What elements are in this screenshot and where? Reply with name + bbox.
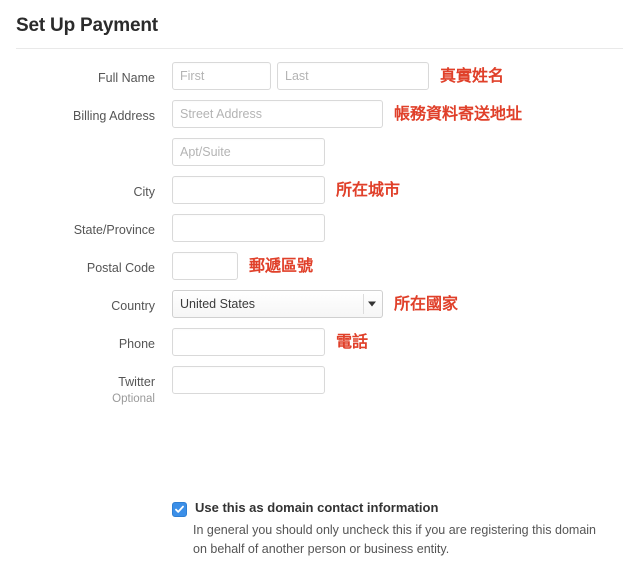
first-name-input[interactable] bbox=[172, 62, 271, 90]
twitter-input[interactable] bbox=[172, 366, 325, 394]
twitter-field-group bbox=[155, 366, 639, 394]
domain-contact-description: In general you should only uncheck this … bbox=[193, 523, 597, 556]
form-row-state-province: State/Province bbox=[0, 214, 639, 242]
street-address-input[interactable] bbox=[172, 100, 383, 128]
postal-code-input[interactable] bbox=[172, 252, 238, 280]
annotation-billing-address: 帳務資料寄送地址 bbox=[394, 104, 523, 123]
form-row-postal-code: Postal Code 郵遞區號 bbox=[0, 252, 639, 280]
postal-code-field-group: 郵遞區號 bbox=[155, 252, 639, 280]
twitter-optional-label: Optional bbox=[112, 393, 155, 405]
apt-suite-label bbox=[0, 138, 155, 147]
form-row-city: City 所在城市 bbox=[0, 176, 639, 204]
apt-suite-field-group bbox=[155, 138, 639, 166]
phone-input[interactable] bbox=[172, 328, 325, 356]
city-field-group: 所在城市 bbox=[155, 176, 639, 204]
domain-contact-checkbox-row[interactable]: Use this as domain contact information bbox=[172, 500, 608, 517]
full-name-field-group: 真實姓名 bbox=[155, 62, 639, 90]
annotation-city: 所在城市 bbox=[336, 180, 401, 199]
country-field-group: United States 所在國家 bbox=[155, 290, 639, 318]
set-up-payment-page: Set Up Payment Full Name 真實姓名 Billing Ad… bbox=[0, 0, 639, 577]
billing-address-field-group: 帳務資料寄送地址 bbox=[155, 100, 639, 128]
title-divider bbox=[16, 48, 623, 49]
state-province-label: State/Province bbox=[73, 223, 155, 237]
full-name-label: Full Name bbox=[98, 71, 155, 85]
country-select-wrapper[interactable]: United States bbox=[172, 290, 383, 318]
phone-label: Phone bbox=[118, 337, 155, 351]
phone-field-group: 電話 bbox=[155, 328, 639, 356]
billing-address-label: Billing Address bbox=[73, 109, 155, 123]
apt-suite-input[interactable] bbox=[172, 138, 325, 166]
country-select[interactable]: United States bbox=[172, 290, 383, 318]
city-input[interactable] bbox=[172, 176, 325, 204]
domain-contact-block: Use this as domain contact information I… bbox=[172, 500, 608, 559]
form-row-full-name: Full Name 真實姓名 bbox=[0, 62, 639, 90]
twitter-label-col: Twitter Optional bbox=[0, 366, 155, 406]
country-label: Country bbox=[111, 299, 155, 313]
form-row-apt-suite bbox=[0, 138, 639, 166]
state-province-input[interactable] bbox=[172, 214, 325, 242]
form-row-phone: Phone 電話 bbox=[0, 328, 639, 356]
annotation-phone: 電話 bbox=[336, 332, 369, 351]
annotation-country: 所在國家 bbox=[394, 294, 459, 313]
annotation-full-name: 真實姓名 bbox=[440, 66, 505, 85]
last-name-input[interactable] bbox=[277, 62, 429, 90]
page-title: Set Up Payment bbox=[16, 15, 158, 36]
checkbox-checked-icon[interactable] bbox=[172, 502, 187, 517]
twitter-label: Twitter bbox=[118, 375, 155, 389]
annotation-postal-code: 郵遞區號 bbox=[249, 256, 314, 275]
form-row-country: Country United States 所在國家 bbox=[0, 290, 639, 318]
postal-code-label: Postal Code bbox=[86, 261, 155, 275]
state-province-field-group bbox=[155, 214, 639, 242]
domain-contact-label: Use this as domain contact information bbox=[195, 500, 439, 515]
payment-form: Full Name 真實姓名 Billing Address 帳務資料寄送地址 bbox=[0, 62, 639, 416]
form-row-twitter: Twitter Optional bbox=[0, 366, 639, 406]
form-row-billing-address: Billing Address 帳務資料寄送地址 bbox=[0, 100, 639, 128]
city-label: City bbox=[133, 185, 155, 199]
